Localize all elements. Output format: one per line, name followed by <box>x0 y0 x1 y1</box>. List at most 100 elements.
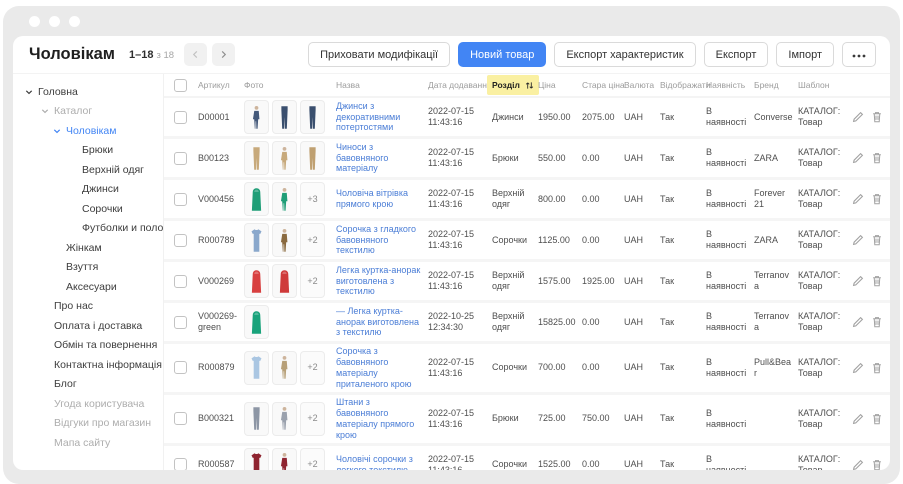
sidebar-item[interactable]: Сорочки <box>13 199 163 219</box>
more-photos-badge[interactable]: +3 <box>300 182 325 216</box>
sidebar-item[interactable]: Брюки <box>13 141 163 161</box>
column-header[interactable]: Артикул <box>198 80 244 90</box>
product-name-link[interactable]: Чоловічі сорочки з легкого текстилю <box>336 454 413 470</box>
column-header[interactable]: Бренд <box>754 80 798 90</box>
column-header[interactable]: Наявність <box>706 80 754 90</box>
row-checkbox[interactable] <box>174 458 187 470</box>
column-header[interactable]: Розділ <box>492 75 538 95</box>
select-all-checkbox[interactable] <box>174 79 187 92</box>
photo-thumbnail[interactable] <box>244 182 269 216</box>
window-control-dot[interactable] <box>49 16 60 27</box>
column-header[interactable]: Назва <box>336 80 428 90</box>
sidebar-item[interactable]: Блог <box>13 375 163 395</box>
photo-thumbnail[interactable] <box>244 264 269 298</box>
sidebar-item[interactable]: Оплата і доставка <box>13 316 163 336</box>
edit-button[interactable] <box>852 362 864 374</box>
row-checkbox[interactable] <box>174 152 187 165</box>
sidebar-item[interactable]: Контактна інформація <box>13 355 163 375</box>
delete-button[interactable] <box>871 459 883 470</box>
column-header[interactable]: Фото <box>244 80 336 90</box>
window-control-dot[interactable] <box>29 16 40 27</box>
sidebar-item[interactable]: Футболки и поло <box>13 219 163 239</box>
photo-thumbnail[interactable] <box>244 448 269 470</box>
sidebar-item[interactable]: Відгуки про магазин <box>13 414 163 434</box>
edit-button[interactable] <box>852 275 864 287</box>
column-header[interactable]: Дата додавання <box>428 80 492 90</box>
sidebar-item[interactable]: Обмін та повернення <box>13 336 163 356</box>
edit-button[interactable] <box>852 459 864 470</box>
sidebar-item[interactable]: Чоловікам <box>13 121 163 141</box>
sidebar-item[interactable]: Джинси <box>13 180 163 200</box>
edit-button[interactable] <box>852 316 864 328</box>
more-photos-badge[interactable]: +2 <box>300 351 325 385</box>
sidebar-item[interactable]: Угода користувача <box>13 394 163 414</box>
photo-thumbnail[interactable] <box>244 223 269 257</box>
product-name-link[interactable]: Чиноси з бавовняного матеріалу <box>336 142 388 174</box>
sidebar-item[interactable]: Каталог <box>13 102 163 122</box>
more-actions-button[interactable] <box>842 42 876 67</box>
delete-button[interactable] <box>871 193 883 205</box>
product-name-link[interactable]: Джинси з декоративними потертостями <box>336 101 400 133</box>
product-name-link[interactable]: Чоловіча вітрівка прямого крою <box>336 188 408 209</box>
photo-thumbnail[interactable] <box>272 141 297 175</box>
product-name-link[interactable]: Штани з бавовняного матеріалу прямого кр… <box>336 397 414 440</box>
product-name-link[interactable]: Легка куртка-анорак виготовлена з тексти… <box>336 265 420 297</box>
sidebar-item[interactable]: Аксесуари <box>13 277 163 297</box>
pagination-next-button[interactable] <box>212 43 235 66</box>
row-checkbox[interactable] <box>174 316 187 329</box>
delete-button[interactable] <box>871 316 883 328</box>
row-checkbox[interactable] <box>174 412 187 425</box>
more-photos-badge[interactable]: +2 <box>300 264 325 298</box>
more-photos-badge[interactable]: +2 <box>300 223 325 257</box>
sidebar-item[interactable]: Про нас <box>13 297 163 317</box>
hide-modifications-button[interactable]: Приховати модифікації <box>308 42 450 67</box>
pagination-prev-button[interactable] <box>184 43 207 66</box>
photo-thumbnail[interactable] <box>244 402 269 436</box>
row-checkbox[interactable] <box>174 234 187 247</box>
photo-thumbnail[interactable] <box>244 141 269 175</box>
row-checkbox[interactable] <box>174 111 187 124</box>
column-header[interactable]: Валюта <box>624 80 660 90</box>
sidebar-item[interactable]: Жінкам <box>13 238 163 258</box>
product-name-link[interactable]: — Легка куртка-анорак виготовлена з текс… <box>336 306 419 338</box>
photo-thumbnail[interactable] <box>244 100 269 134</box>
sidebar-item[interactable]: Мапа сайту <box>13 433 163 453</box>
photo-thumbnail[interactable] <box>272 264 297 298</box>
photo-thumbnail[interactable] <box>272 223 297 257</box>
sidebar-item[interactable]: Верхній одяг <box>13 160 163 180</box>
column-header[interactable]: Відображати <box>660 80 706 90</box>
row-checkbox[interactable] <box>174 361 187 374</box>
delete-button[interactable] <box>871 152 883 164</box>
column-header[interactable]: Ціна <box>538 80 582 90</box>
sidebar-item[interactable]: Головна <box>13 82 163 102</box>
delete-button[interactable] <box>871 234 883 246</box>
row-checkbox[interactable] <box>174 275 187 288</box>
sorted-column-header[interactable]: Розділ <box>487 75 539 95</box>
photo-thumbnail[interactable] <box>272 351 297 385</box>
edit-button[interactable] <box>852 413 864 425</box>
row-checkbox[interactable] <box>174 193 187 206</box>
photo-thumbnail[interactable] <box>272 100 297 134</box>
sidebar-item[interactable]: Взуття <box>13 258 163 278</box>
photo-thumbnail[interactable] <box>300 141 325 175</box>
edit-button[interactable] <box>852 111 864 123</box>
window-control-dot[interactable] <box>69 16 80 27</box>
photo-thumbnail[interactable] <box>244 305 269 339</box>
delete-button[interactable] <box>871 362 883 374</box>
product-name-link[interactable]: Сорочка з гладкого бавовняного текстилю <box>336 224 416 256</box>
export-characteristics-button[interactable]: Експорт характеристик <box>554 42 695 67</box>
edit-button[interactable] <box>852 193 864 205</box>
delete-button[interactable] <box>871 275 883 287</box>
more-photos-badge[interactable]: +2 <box>300 448 325 470</box>
delete-button[interactable] <box>871 111 883 123</box>
edit-button[interactable] <box>852 234 864 246</box>
new-product-button[interactable]: Новий товар <box>458 42 546 67</box>
import-button[interactable]: Імпорт <box>776 42 834 67</box>
photo-thumbnail[interactable] <box>272 182 297 216</box>
export-button[interactable]: Експорт <box>704 42 769 67</box>
more-photos-badge[interactable]: +2 <box>300 402 325 436</box>
delete-button[interactable] <box>871 413 883 425</box>
edit-button[interactable] <box>852 152 864 164</box>
photo-thumbnail[interactable] <box>300 100 325 134</box>
photo-thumbnail[interactable] <box>272 448 297 470</box>
